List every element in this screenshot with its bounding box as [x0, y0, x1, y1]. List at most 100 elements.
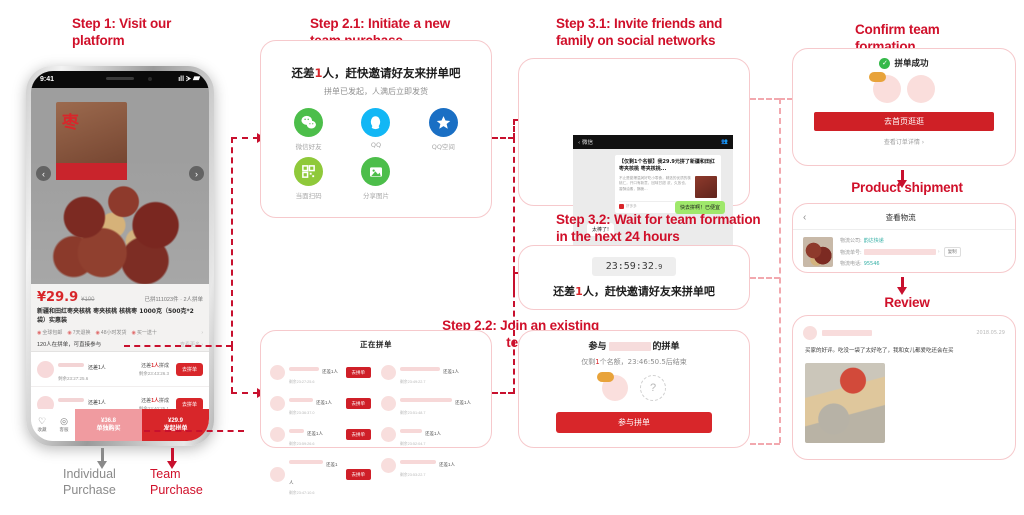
- speaker-icon: [106, 77, 134, 80]
- connector-32-right: [750, 277, 780, 279]
- shipment-title: 查看物流: [885, 213, 916, 222]
- phone-screen: 9:41 ıll ᗈ ▰ 枣 ‹ › ¥29.9 ¥100 已拼111023件 ·…: [31, 71, 209, 441]
- tag-row[interactable]: ◉全球包邮 ◉7天退换 ◉48小时发货 ◉买一送十 ›: [31, 325, 209, 338]
- tag-item: ◉买一送十: [131, 330, 157, 336]
- list-item-timer: 剩余23:47:10.6: [289, 491, 315, 495]
- connector-down-step22: [231, 345, 233, 393]
- join-team-button[interactable]: 去拼单: [175, 362, 203, 376]
- card-description: 不止是甜爆温润好吃小零食，精选的优质的核桃仁，开口有新意，回味甘甜 浓，久放也，…: [619, 176, 691, 191]
- team-purchase-button[interactable]: ¥29.9 发起拼单: [142, 409, 209, 441]
- list-item-timer: 剩余23:52:04.7: [400, 442, 426, 446]
- list-item[interactable]: 还差1人 剩余23:49:22.7: [379, 357, 484, 388]
- joining-count: 120人在拼单，可直接参与: [37, 342, 102, 348]
- shipment-details: 物流公司: 韵达快递 物流单号: › 复制 物流电话: 95546: [840, 237, 1005, 270]
- share-option-wechat[interactable]: 微信好友: [275, 108, 342, 151]
- tag-item: ◉全球包邮: [37, 330, 63, 336]
- step-1-label: Step 1: Visit our platform: [72, 16, 172, 48]
- browse-home-button[interactable]: 去首页逛逛: [814, 112, 994, 131]
- copy-button[interactable]: 复制: [943, 247, 961, 257]
- go-join-button[interactable]: 去拼单: [345, 469, 371, 480]
- joining-list-left: 还差1人 剩余23:27:25.6 去拼单 还差1人 剩余23:36:37.0 …: [268, 357, 373, 499]
- avatar: [37, 360, 54, 378]
- card-title: 【仅剩1个名额】我29.9元拼了新疆和田红枣夹核桃 枣夹核桃...: [619, 159, 715, 172]
- list-item[interactable]: 还差1人 剩余23:27:25.6 去拼单: [268, 357, 373, 388]
- review-header: 2018.05.29: [793, 326, 1015, 340]
- status-icons: ıll ᗈ ▰: [178, 75, 200, 83]
- shipment-label: Product shipment: [851, 180, 963, 195]
- countdown-message: 还差1人，赶快邀请好友来拼单吧: [553, 284, 715, 298]
- individual-purchase-button[interactable]: ¥36.8 单独购买: [75, 409, 142, 441]
- success-status-row: ✓ 拼单成功: [793, 57, 1015, 69]
- step-31-label: Step 3.1: Invite friends and family on s…: [556, 16, 723, 48]
- share-option-qrcode[interactable]: 当面扫码: [275, 157, 342, 200]
- share-subtitle: 拼单已发起，人满后立即发货: [324, 87, 428, 96]
- qrcode-icon: [294, 157, 324, 186]
- list-item[interactable]: 还差1人 剩余23:36:37.0 去拼单: [268, 388, 373, 419]
- list-item[interactable]: 还差1人 剩余23:52:04.7: [379, 419, 484, 450]
- share-option-image[interactable]: 分享图片: [342, 157, 409, 200]
- list-item-timer: 剩余23:27:25.6: [289, 380, 315, 384]
- list-item-info: 还差1人 剩余23:36:37.0: [289, 391, 342, 416]
- contacts-icon[interactable]: 👥: [721, 139, 728, 145]
- share-option-qzone[interactable]: QQ空间: [410, 108, 477, 151]
- prev-image-button[interactable]: ‹: [36, 166, 51, 182]
- next-image-button[interactable]: ›: [189, 166, 204, 182]
- joining-list-title: 正在拼单: [360, 340, 392, 349]
- list-item-info: 还差1人 剩余23:53:22.7: [400, 453, 482, 478]
- success-text: 拼单成功: [894, 59, 929, 69]
- tag-item: ◉7天退换: [67, 330, 91, 336]
- support-button[interactable]: ◎ 客服: [53, 409, 75, 441]
- go-join-button[interactable]: 去拼单: [345, 429, 371, 440]
- qq-icon: [361, 108, 391, 137]
- product-package: 枣: [55, 101, 128, 181]
- phone-bottom-bar: ♡ 收藏 ◎ 客服 ¥36.8 单独购买 ¥29.9 发起拼单: [31, 409, 209, 441]
- list-item[interactable]: 还差1人 剩余23:53:22.7: [379, 450, 484, 481]
- connector-22-out: [492, 392, 514, 394]
- go-join-button[interactable]: 去拼单: [345, 398, 371, 409]
- share-option-qq[interactable]: QQ: [342, 108, 409, 151]
- hat-icon: [597, 372, 614, 382]
- view-order-details-link[interactable]: 查看订单详情 ›: [793, 137, 1015, 146]
- team-purchase-label: Team Purchase: [150, 467, 203, 498]
- list-item-info: 还差1人 剩余23:47:10.6: [289, 453, 342, 496]
- user-name-masked: [289, 397, 313, 402]
- table-row[interactable]: 还差1人 剩余23:27:25.6 还差1人拼成 剩余23:43:26.3 去拼…: [31, 352, 209, 387]
- connector-22-right: [750, 443, 780, 445]
- shipment-header: ‹ 查看物流: [793, 212, 1015, 230]
- qzone-icon: [428, 108, 458, 137]
- list-item[interactable]: 还差1人 剩余23:51:48.7: [379, 388, 484, 419]
- list-item-info: 还差1人 剩余23:59:26.6: [289, 422, 342, 447]
- review-panel: 2018.05.29 买家的好评。吃没一袋了太好吃了，我和女儿都爱吃还会在买: [792, 315, 1016, 460]
- user-name-masked: [289, 459, 323, 464]
- favorite-button[interactable]: ♡ 收藏: [31, 409, 53, 441]
- countdown-timer: 23:59:32.9: [591, 256, 677, 276]
- list-item[interactable]: 还差1人 剩余23:47:10.6 去拼单: [268, 450, 373, 499]
- list-item-info: 还差1人 剩余23:49:22.7: [400, 360, 482, 385]
- member-avatars: [793, 72, 1015, 103]
- step-21-panel: 还差1人，赶快邀请好友来拼单吧 拼单已发起，人满后立即发货 微信好友 QQ QQ…: [260, 40, 492, 218]
- phone-notch: [74, 71, 166, 88]
- review-text: 买家的好评。吃没一袋了太好吃了，我和女儿都爱吃还会在买: [805, 348, 954, 354]
- heart-icon: ♡: [37, 416, 47, 426]
- step-31-panel: ‹ 微信 👥 【仅剩1个名额】我29.9元拼了新疆和田红枣夹核桃 枣夹核桃...…: [518, 58, 750, 245]
- user-name-masked: [400, 428, 422, 433]
- list-item[interactable]: 还差1人 剩余23:59:26.6 去拼单: [268, 419, 373, 450]
- connector-vertical-left: [231, 137, 233, 347]
- phone-mockup: 9:41 ıll ᗈ ▰ 枣 ‹ › ¥29.9 ¥100 已拼111023件 ·…: [26, 66, 214, 446]
- tracking-row: 物流单号: › 复制: [840, 247, 1005, 257]
- back-button[interactable]: ‹ 微信: [578, 138, 593, 146]
- list-item-timer: 剩余23:49:22.7: [400, 380, 426, 384]
- shipment-panel: ‹ 查看物流 物流公司: 韵达快递 物流单号: › 复制 物流电话: 95546: [792, 203, 1016, 273]
- card-thumbnail: [695, 176, 717, 198]
- user-name-masked: [289, 428, 304, 433]
- need-count: 还差1人: [88, 365, 106, 371]
- connector-mid-vertical: [513, 137, 515, 292]
- join-team-cta-button[interactable]: 参与拼单: [556, 412, 712, 433]
- go-join-button[interactable]: 去拼单: [345, 367, 371, 378]
- review-label: Review: [884, 295, 930, 310]
- list-item-timer: 剩余23:51:48.7: [400, 411, 426, 415]
- chat-header: ‹ 微信 👥: [573, 135, 733, 149]
- chevron-right-icon: ›: [201, 329, 203, 336]
- user-name-masked: [608, 342, 651, 351]
- status-time: 9:41: [40, 76, 55, 83]
